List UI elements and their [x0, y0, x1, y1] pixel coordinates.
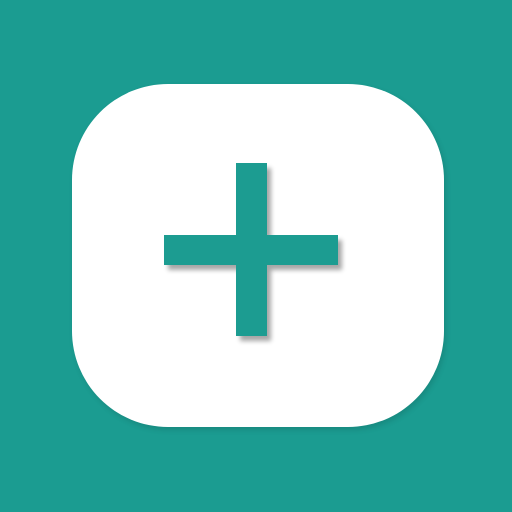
add-button[interactable]	[72, 84, 444, 427]
app-icon-canvas	[0, 0, 512, 512]
